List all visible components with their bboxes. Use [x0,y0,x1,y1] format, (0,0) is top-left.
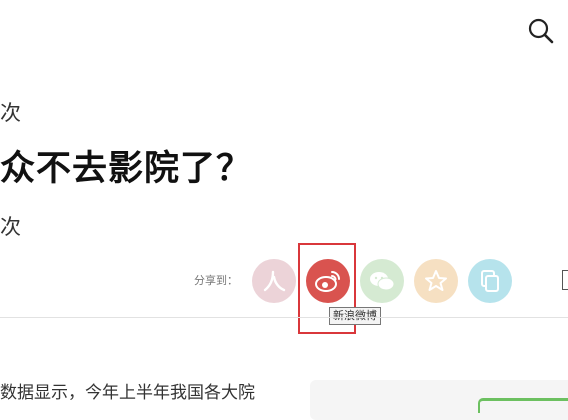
qzone-star-icon [423,268,449,294]
article-meta-bottom: 次 [0,215,21,239]
article-paragraph: 数据显示，今年上半年我国各大院 [0,383,255,403]
share-renren-button[interactable] [252,259,296,303]
weibo-icon [314,267,342,295]
share-qzone-button[interactable] [414,259,458,303]
weibo-tooltip: 新浪微博 [329,307,381,325]
section-divider [0,317,568,318]
share-wechat-button[interactable] [360,259,404,303]
edge-bracket [562,270,568,290]
article-title: 众不去影院了？ [0,149,253,189]
side-panel-accent [478,398,568,413]
share-copy-button[interactable] [468,259,512,303]
search-icon[interactable] [527,17,555,45]
share-weibo-button[interactable] [306,259,350,303]
wechat-icon [368,267,396,295]
share-label: 分享到： [194,274,238,287]
copy-icon [477,268,503,294]
article-meta-top: 次 [0,101,21,125]
renren-icon [261,268,287,294]
